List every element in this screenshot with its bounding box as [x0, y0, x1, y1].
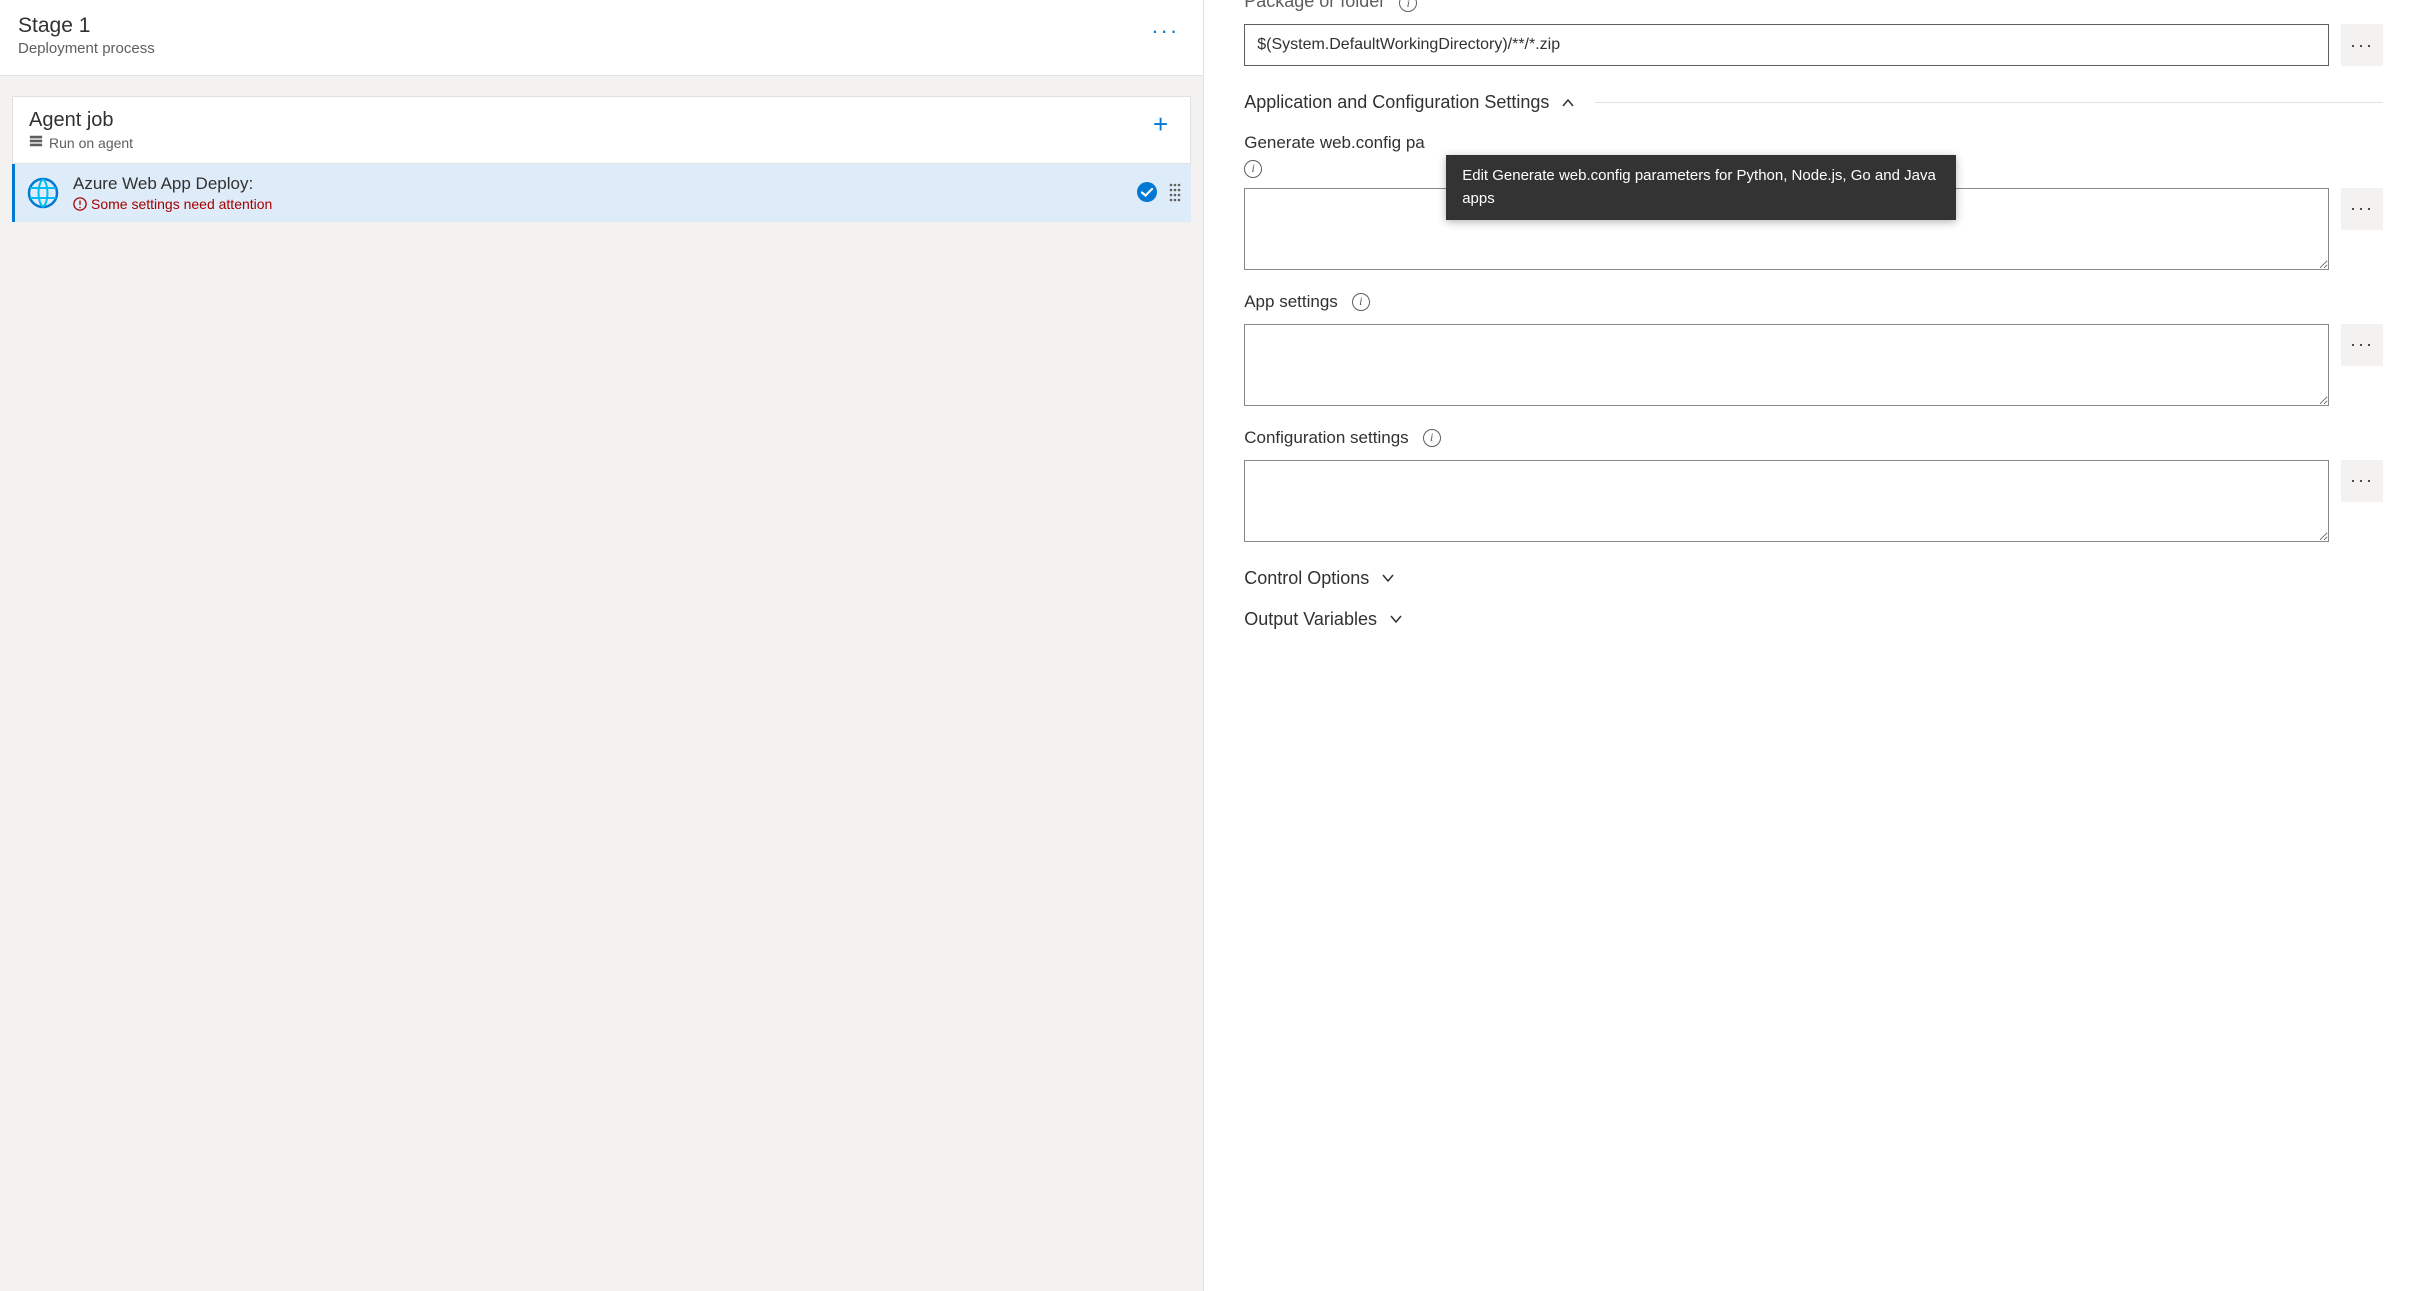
- webconfig-label: Generate web.config pa: [1244, 133, 1425, 153]
- stage-title: Stage 1: [18, 14, 155, 38]
- server-icon: [29, 134, 43, 151]
- chevron-up-icon: [1561, 96, 1575, 110]
- info-icon[interactable]: i: [1399, 0, 1417, 12]
- chevron-down-icon: [1389, 612, 1403, 626]
- config-settings-input[interactable]: [1244, 460, 2329, 542]
- info-icon[interactable]: i: [1423, 429, 1441, 447]
- stage-header: Stage 1 Deployment process ···: [0, 0, 1203, 76]
- info-icon[interactable]: i: [1352, 293, 1370, 311]
- package-path-input[interactable]: [1244, 24, 2329, 66]
- drag-handle-icon[interactable]: [1169, 182, 1181, 204]
- app-settings-label: App settings: [1244, 292, 1338, 312]
- browse-package-button[interactable]: ···: [2341, 24, 2383, 66]
- task-title: Azure Web App Deploy:: [73, 174, 1123, 194]
- chevron-down-icon: [1381, 571, 1395, 585]
- tooltip: Edit Generate web.config parameters for …: [1446, 155, 1956, 220]
- package-label: Package or folder: [1244, 0, 1385, 12]
- info-icon[interactable]: i: [1244, 160, 1262, 178]
- section-title: Application and Configuration Settings: [1244, 92, 1549, 113]
- stage-subtitle: Deployment process: [18, 40, 155, 57]
- section-title: Output Variables: [1244, 609, 1377, 630]
- section-control-options[interactable]: Control Options: [1244, 568, 2383, 589]
- section-output-variables[interactable]: Output Variables: [1244, 609, 2383, 630]
- task-row-azure-webapp-deploy[interactable]: Azure Web App Deploy: Some settings need…: [12, 164, 1191, 222]
- config-settings-label: Configuration settings: [1244, 428, 1408, 448]
- edit-config-settings-button[interactable]: ···: [2341, 460, 2383, 502]
- add-task-button[interactable]: +: [1147, 109, 1174, 139]
- section-app-config-settings[interactable]: Application and Configuration Settings: [1244, 92, 2383, 113]
- app-settings-input[interactable]: [1244, 324, 2329, 406]
- edit-app-settings-button[interactable]: ···: [2341, 324, 2383, 366]
- link-settings-icon[interactable]: [1137, 182, 1157, 205]
- agent-job-row[interactable]: Agent job Run on agent +: [12, 96, 1191, 164]
- task-error-text: Some settings need attention: [91, 196, 272, 212]
- stage-titles: Stage 1 Deployment process: [18, 14, 155, 57]
- edit-webconfig-button[interactable]: ···: [2341, 188, 2383, 230]
- tasks-pane: Stage 1 Deployment process ··· Agent job…: [0, 0, 1204, 1291]
- agent-job-title: Agent job: [29, 109, 133, 132]
- agent-job-subtitle: Run on agent: [49, 135, 133, 151]
- stage-more-button[interactable]: ···: [1145, 14, 1185, 48]
- section-title: Control Options: [1244, 568, 1369, 589]
- task-details-pane: Package or folder i ··· Application and …: [1204, 0, 2423, 1291]
- error-icon: [73, 197, 87, 211]
- azure-app-service-icon: [27, 177, 59, 209]
